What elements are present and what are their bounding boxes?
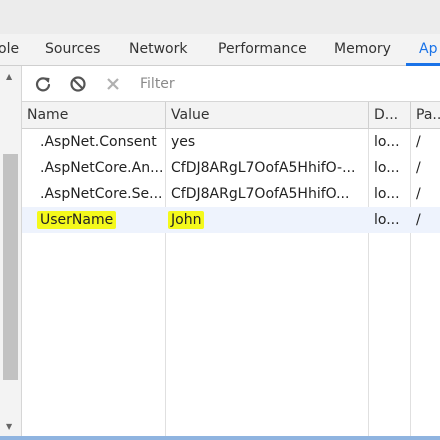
window-top-strip (0, 0, 440, 34)
column-header-value[interactable]: Value (166, 102, 368, 129)
cookie-name-cell: .AspNetCore.Se... (40, 186, 163, 202)
sidebar-scrollbar[interactable]: ▲ ▼ (0, 66, 22, 440)
tab-sources[interactable]: Sources (45, 41, 100, 57)
table-row[interactable]: .AspNetCore.An... CfDJ8ARgL7OofA5HhifO-.… (22, 155, 440, 181)
column-header-name[interactable]: Name (22, 102, 165, 129)
cookie-path-cell: / (416, 212, 421, 228)
window-bottom-border (0, 436, 440, 440)
tab-memory[interactable]: Memory (334, 41, 391, 57)
table-row[interactable]: .AspNetCore.Se... CfDJ8ARgL7OofA5HhifO..… (22, 181, 440, 207)
cookie-domain-cell: lo... (374, 134, 400, 150)
table-row[interactable]: .AspNet.Consent yes lo... / (22, 129, 440, 155)
table-row-selected[interactable]: UserName John lo... / (22, 207, 440, 233)
highlighted-text: UserName (37, 211, 117, 229)
column-header-path[interactable]: Pa... (411, 102, 440, 129)
highlighted-text: John (168, 211, 205, 229)
clear-all-icon[interactable] (67, 73, 89, 95)
cookie-path-cell: / (416, 134, 421, 150)
cookie-value-cell: CfDJ8ARgL7OofA5HhifO... (171, 186, 350, 202)
cookies-table: .AspNet.Consent yes lo... / .AspNetCore.… (22, 129, 440, 436)
cookie-value-cell: yes (171, 134, 196, 150)
scrollbar-thumb[interactable] (3, 154, 18, 380)
cookie-name-cell: .AspNetCore.An... (40, 160, 164, 176)
tab-network[interactable]: Network (129, 41, 187, 57)
tab-performance[interactable]: Performance (218, 41, 307, 57)
cookie-value-cell: CfDJ8ARgL7OofA5HhifO-... (171, 160, 356, 176)
table-header: Name Value D... Pa... (22, 102, 440, 129)
tab-application[interactable]: Ap (419, 41, 437, 57)
cookies-toolbar (22, 66, 440, 102)
delete-selected-icon[interactable] (102, 73, 124, 95)
filter-input[interactable] (136, 72, 434, 96)
cookie-value-cell: John (166, 207, 368, 233)
cookie-name-cell: UserName (35, 207, 165, 233)
devtools-tab-bar: ole Sources Network Performance Memory A… (0, 34, 440, 66)
cookie-domain-cell: lo... (374, 186, 400, 202)
cookie-path-cell: / (416, 186, 421, 202)
cookie-domain-cell: lo... (374, 160, 400, 176)
refresh-icon[interactable] (32, 73, 54, 95)
column-header-domain[interactable]: D... (369, 102, 410, 129)
cookie-name-cell: .AspNet.Consent (40, 134, 157, 150)
cookie-path-cell: / (416, 160, 421, 176)
scroll-down-icon[interactable]: ▼ (6, 422, 12, 431)
tab-console[interactable]: ole (0, 41, 19, 57)
cookie-domain-cell: lo... (374, 212, 400, 228)
scroll-up-icon[interactable]: ▲ (6, 72, 12, 81)
